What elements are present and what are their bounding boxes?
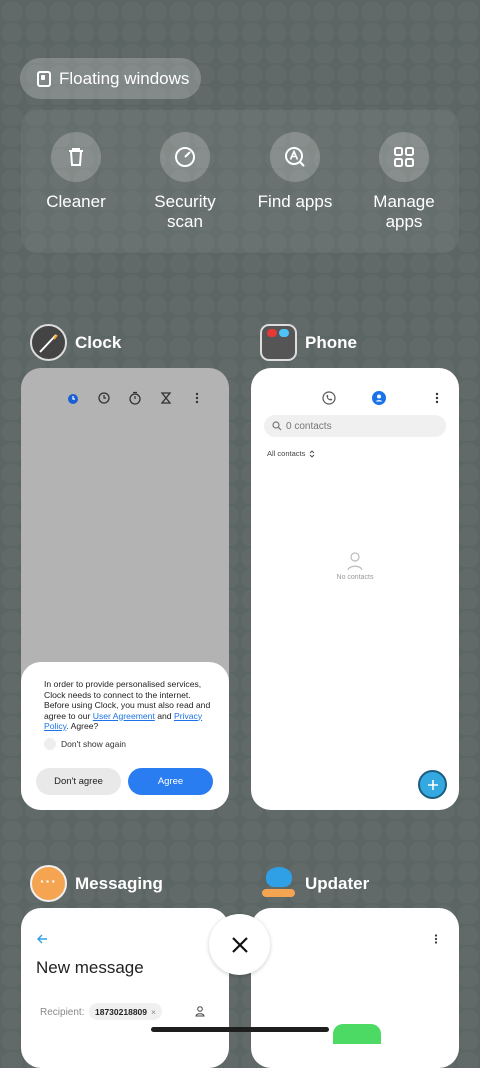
grid-icon (379, 132, 429, 182)
messaging-app-header[interactable]: ··· Messaging (30, 865, 163, 902)
cleaner-button[interactable]: Cleaner (21, 132, 131, 212)
manage-apps-label: Manage apps (373, 192, 435, 231)
contacts-tab-icon[interactable] (372, 391, 386, 405)
phone-app-header[interactable]: Phone (260, 324, 357, 361)
floating-windows-label: Floating windows (59, 68, 190, 88)
find-apps-label: Find apps (257, 192, 333, 211)
back-arrow-icon[interactable] (36, 933, 48, 945)
updater-app-name: Updater (305, 873, 370, 893)
find-apps-button[interactable]: Find apps (240, 132, 350, 212)
add-contact-button[interactable] (418, 770, 447, 799)
call-log-icon[interactable] (322, 391, 336, 405)
messaging-app-name: Messaging (75, 873, 163, 893)
clock-app-name: Clock (75, 332, 122, 352)
empty-person-icon (347, 552, 363, 571)
remove-recipient-icon[interactable]: × (151, 1007, 156, 1017)
consent-text: In order to provide personalised service… (44, 679, 211, 731)
updater-app-header[interactable]: Updater (260, 865, 369, 902)
close-icon (231, 936, 248, 953)
messaging-app-card[interactable]: New message Recipient: 18730218809 × (21, 908, 229, 1068)
world-clock-icon[interactable] (97, 391, 111, 405)
update-graphic (333, 1024, 381, 1044)
dont-agree-button[interactable]: Don't agree (36, 768, 121, 795)
home-indicator[interactable] (151, 1027, 329, 1032)
dont-show-again-checkbox[interactable]: Don't show again (44, 738, 126, 750)
messaging-app-icon: ··· (30, 865, 67, 902)
contacts-search-input[interactable]: 0 contacts (264, 415, 446, 437)
speedometer-icon (160, 132, 210, 182)
clock-tab-bar (66, 391, 204, 405)
security-scan-label: Security scan (154, 192, 216, 231)
phone-app-icon (260, 324, 297, 361)
consent-dialog: In order to provide personalised service… (21, 662, 229, 810)
search-icon (272, 421, 282, 431)
user-agreement-link[interactable]: User Agreement (93, 711, 155, 721)
close-all-button[interactable] (209, 914, 270, 975)
manage-apps-button[interactable]: Manage apps (349, 132, 459, 232)
floating-windows-button[interactable]: Floating windows (20, 58, 201, 99)
security-scan-button[interactable]: Security scan (130, 132, 240, 232)
more-options-icon[interactable] (430, 933, 442, 945)
clock-app-header[interactable]: Clock (30, 324, 121, 361)
phone-app-name: Phone (305, 332, 357, 352)
updater-app-card[interactable] (251, 908, 459, 1068)
more-options-icon[interactable] (430, 391, 444, 405)
recipient-number: 18730218809 (95, 1006, 148, 1017)
agree-button[interactable]: Agree (128, 768, 213, 795)
timer-icon[interactable] (159, 391, 173, 405)
search-app-icon (270, 132, 320, 182)
cleaner-label: Cleaner (46, 192, 106, 211)
filter-label: All contacts (267, 449, 306, 458)
dont-show-again-label: Don't show again (61, 739, 126, 749)
add-recipient-icon[interactable] (194, 1005, 206, 1017)
stopwatch-icon[interactable] (128, 391, 142, 405)
alarm-icon[interactable] (66, 391, 80, 405)
all-contacts-filter[interactable]: All contacts (267, 449, 315, 458)
clock-app-icon (30, 324, 67, 361)
search-placeholder: 0 contacts (286, 420, 332, 432)
no-contacts-label: No contacts (336, 574, 374, 581)
floating-window-icon (37, 70, 51, 87)
quick-tools-panel: Cleaner Security scan Find apps Manage a… (21, 110, 459, 253)
updater-app-icon (260, 865, 297, 902)
recipient-label: Recipient: (40, 1007, 85, 1018)
clock-app-card[interactable]: In order to provide personalised service… (21, 368, 229, 810)
new-message-title: New message (36, 958, 144, 977)
more-options-icon[interactable] (190, 391, 204, 405)
recipient-chip[interactable]: 18730218809 × (89, 1003, 162, 1020)
phone-app-card[interactable]: 0 contacts All contacts No contacts (251, 368, 459, 810)
trash-icon (51, 132, 101, 182)
checkbox-circle (44, 738, 56, 750)
sort-arrows-icon (310, 449, 315, 458)
plus-icon (427, 779, 438, 790)
